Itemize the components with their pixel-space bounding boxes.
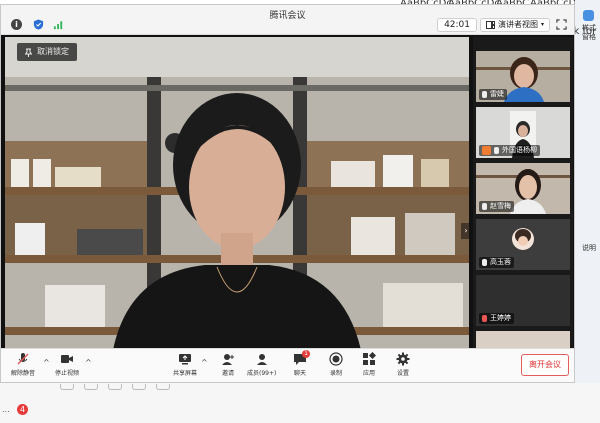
grid-view-icon bbox=[485, 21, 495, 29]
participant-tile[interactable]: 雷婕 bbox=[476, 51, 570, 102]
share-screen-icon bbox=[179, 354, 191, 365]
styles-pane-icon[interactable] bbox=[583, 10, 594, 21]
record-label: 录制 bbox=[329, 370, 342, 377]
share-screen-button[interactable]: 共享屏幕 bbox=[173, 352, 197, 377]
chevron-up-icon[interactable]: ^ bbox=[85, 358, 92, 367]
camera-icon bbox=[61, 355, 73, 363]
microphone-icon bbox=[482, 203, 487, 210]
share-screen-label: 共享屏幕 bbox=[173, 370, 198, 377]
participant-name-tag: 赵雪梅 bbox=[479, 201, 514, 212]
title-bar: 腾讯会议 i 42:01 演讲者视图 ▾ bbox=[1, 5, 574, 35]
participant-tile[interactable]: 王婷婷 bbox=[476, 275, 570, 326]
record-button[interactable]: 录制 bbox=[329, 352, 343, 377]
fullscreen-icon[interactable] bbox=[556, 19, 567, 30]
apps-button[interactable]: 应用 bbox=[362, 352, 376, 377]
settings-button[interactable]: 设置 bbox=[396, 352, 410, 377]
main-speaker-video[interactable]: 取消锁定 › bbox=[5, 37, 469, 350]
background-icon-row bbox=[60, 384, 180, 390]
participant-name: 雷婕 bbox=[490, 90, 504, 98]
avatar-icon bbox=[482, 146, 491, 155]
participant-name: 王婷婷 bbox=[490, 314, 511, 322]
pin-icon bbox=[25, 48, 32, 57]
unmute-button[interactable]: 解除静音 bbox=[11, 352, 35, 377]
view-mode-label: 演讲者视图 bbox=[497, 20, 538, 29]
meeting-window: 腾讯会议 i 42:01 演讲者视图 ▾ 取消锁定 › 雷婕 外国语杨柳 赵雪梅… bbox=[0, 4, 575, 383]
chevron-down-icon: ▾ bbox=[540, 21, 544, 28]
chevron-up-icon[interactable]: ^ bbox=[43, 358, 50, 367]
participant-strip: 雷婕 外国语杨柳 赵雪梅 高玉蓉 王婷婷 bbox=[473, 37, 573, 350]
participant-tile[interactable]: 外国语杨柳 bbox=[476, 107, 570, 158]
apps-label: 应用 bbox=[362, 370, 375, 377]
stop-video-label: 停止视频 bbox=[55, 370, 80, 377]
signal-strength-icon bbox=[53, 21, 63, 30]
settings-label: 设置 bbox=[396, 370, 409, 377]
participant-name: 高玉蓉 bbox=[490, 258, 511, 266]
unmute-label: 解除静音 bbox=[11, 370, 36, 377]
notification-badge: 4 bbox=[17, 404, 28, 415]
members-button[interactable]: 成员(99+) bbox=[247, 352, 276, 377]
record-icon bbox=[329, 352, 343, 366]
background-side-panel bbox=[575, 0, 600, 423]
add-user-icon bbox=[222, 354, 234, 365]
microphone-icon bbox=[494, 147, 499, 154]
microphone-muted-icon bbox=[17, 353, 29, 365]
members-label: 成员(99+) bbox=[247, 370, 277, 377]
apps-icon bbox=[363, 352, 376, 365]
invite-button[interactable]: 邀请 bbox=[221, 352, 235, 377]
participant-name: 外国语杨柳 bbox=[502, 146, 537, 154]
unpin-video-button[interactable]: 取消锁定 bbox=[17, 43, 77, 61]
chevron-up-icon[interactable]: ^ bbox=[201, 358, 208, 367]
participant-name-tag: 外国语杨柳 bbox=[479, 145, 540, 156]
info-icon[interactable]: i bbox=[11, 19, 22, 30]
background-side-label: 说明 bbox=[582, 244, 596, 252]
screen: AaBbCcDc AaBbCcDc AaBbC AaBbCcDc 样式窗格 ck… bbox=[0, 0, 600, 423]
shield-icon[interactable] bbox=[33, 19, 44, 30]
microphone-muted-icon bbox=[482, 315, 487, 322]
unpin-label: 取消锁定 bbox=[37, 47, 69, 56]
invite-label: 邀请 bbox=[221, 370, 234, 377]
microphone-icon bbox=[482, 259, 487, 266]
participant-name: 赵雪梅 bbox=[490, 202, 511, 210]
participant-name-tag: 雷婕 bbox=[479, 89, 507, 100]
chevron-right-icon[interactable]: › bbox=[461, 223, 469, 239]
participant-name-tag: 王婷婷 bbox=[479, 313, 514, 324]
leave-meeting-button[interactable]: 离开会议 bbox=[521, 354, 569, 376]
background-ellipsis: ... bbox=[2, 405, 10, 414]
speaker-video-frame bbox=[5, 37, 469, 350]
chat-unread-badge: 1 bbox=[302, 350, 310, 358]
stop-video-button[interactable]: 停止视频 bbox=[55, 352, 79, 377]
chat-button[interactable]: 1 聊天 bbox=[293, 350, 310, 377]
gear-icon bbox=[396, 352, 410, 366]
view-mode-dropdown[interactable]: 演讲者视图 ▾ bbox=[479, 18, 550, 32]
meeting-timer: 42:01 bbox=[437, 18, 477, 32]
microphone-icon bbox=[482, 91, 487, 98]
meeting-toolbar: 解除静音 ^ 停止视频 ^ 共享屏幕 ^ 邀请 成员(99+) 1 聊天 录制 … bbox=[1, 348, 574, 382]
participant-name-tag: 高玉蓉 bbox=[479, 257, 514, 268]
participant-tile[interactable]: 赵雪梅 bbox=[476, 163, 570, 214]
participant-tile[interactable]: 高玉蓉 bbox=[476, 219, 570, 270]
members-icon bbox=[256, 354, 267, 365]
chat-label: 聊天 bbox=[293, 370, 306, 377]
